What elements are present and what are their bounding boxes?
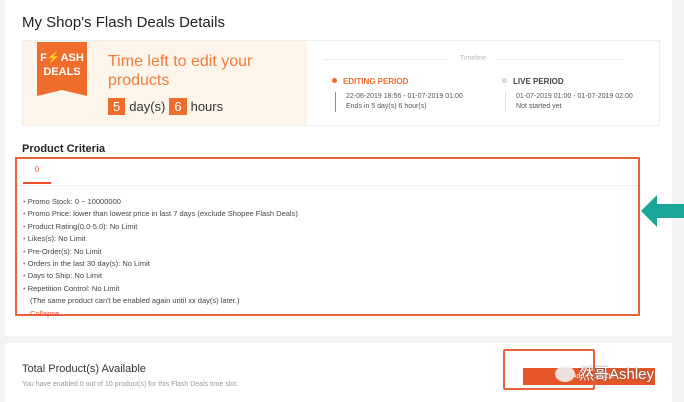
countdown-heading: Time left to edit your products (108, 53, 253, 89)
editing-status: Ends in 5 day(s) 6 hour(s) (346, 103, 427, 110)
list-item: Orders in the last 30 day(s): No Limit (23, 258, 298, 270)
flash-deals-logo: F⚡ASH DEALS (37, 42, 87, 96)
hours-value: 6 (169, 98, 187, 115)
timeline-label: Timeline (323, 55, 623, 62)
live-range: 01-07-2019 01:00 - 01-07-2019 02:00 (516, 93, 633, 100)
arrow-left-icon (641, 195, 684, 227)
criteria-title: Product Criteria (22, 143, 106, 155)
list-item: Likes(s): No Limit (23, 233, 298, 245)
days-label: day(s) (129, 99, 166, 114)
list-item: Product Rating(0.0-5.0): No Limit (23, 221, 298, 233)
countdown-panel: F⚡ASH DEALS Time left to edit your produc… (23, 41, 307, 125)
repetition-note: (The same product can't be enabled again… (30, 296, 240, 306)
days-value: 5 (108, 98, 126, 115)
inactive-dot-icon (502, 78, 507, 83)
live-status: Not started yet (516, 103, 562, 110)
editing-period: EDITING PERIOD 22-06-2019 18:56 - 01-07-… (332, 77, 463, 112)
list-item: Promo Price: lower than lowest price in … (23, 208, 298, 220)
list-item: Days to Ship: No Limit (23, 270, 298, 282)
active-dot-icon (332, 78, 337, 83)
live-period: LIVE PERIOD 01-07-2019 01:00 - 01-07-201… (502, 77, 633, 112)
products-subtitle: You have enabled 0 out of 10 product(s) … (22, 381, 239, 388)
collapse-link[interactable]: Collapse (23, 308, 298, 320)
wechat-icon (555, 365, 575, 382)
watermark: 然哥Ashley (555, 363, 654, 384)
list-item: Promo Stock: 0 ~ 10000000 (23, 196, 298, 208)
countdown: 5 day(s) 6 hours (108, 98, 223, 115)
list-item: Repetition Control: No Limit (23, 283, 298, 295)
watermark-text: 然哥Ashley (579, 366, 655, 383)
criteria-tab[interactable]: 0 (23, 165, 51, 184)
logo-line1: F⚡ASH (40, 52, 84, 64)
criteria-list: Promo Stock: 0 ~ 10000000 Promo Price: l… (23, 196, 298, 320)
logo-line2: DEALS (43, 66, 81, 78)
live-title: LIVE PERIOD (513, 77, 564, 86)
flash-deal-banner: F⚡ASH DEALS Time left to edit your produc… (22, 40, 660, 126)
criteria-panel: 0 Promo Stock: 0 ~ 10000000 Promo Price:… (15, 157, 640, 318)
editing-range: 22-06-2019 18:56 - 01-07-2019 01:00 (346, 93, 463, 100)
page-title: My Shop's Flash Deals Details (22, 14, 225, 31)
tab-divider (17, 185, 638, 186)
editing-title: EDITING PERIOD (343, 77, 409, 86)
list-item: Pre-Order(s): No Limit (23, 246, 298, 258)
products-title: Total Product(s) Available (22, 363, 146, 375)
hours-label: hours (190, 99, 224, 114)
